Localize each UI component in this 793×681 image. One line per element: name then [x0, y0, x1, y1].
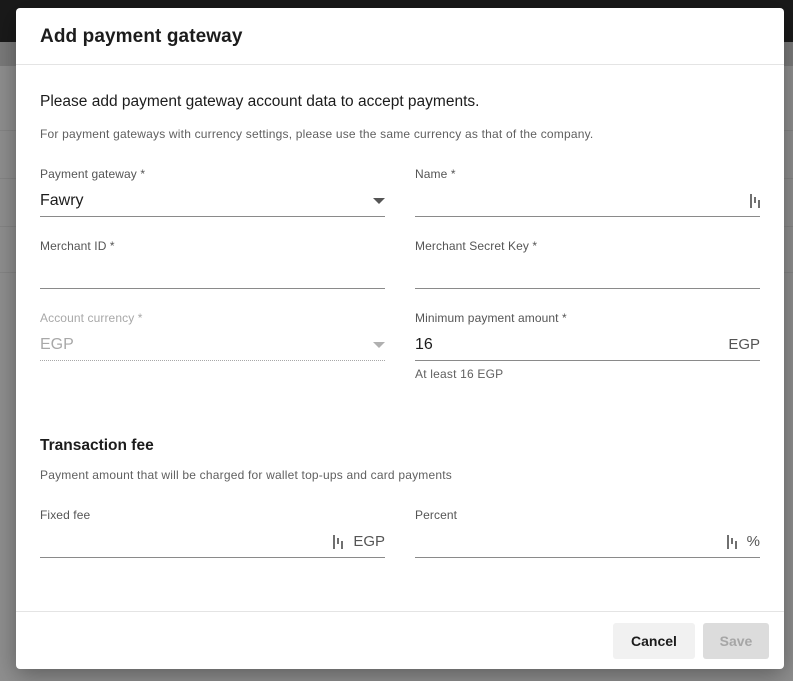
minimum-payment-helper: At least 16 EGP [415, 367, 504, 381]
fixed-fee-value [40, 542, 333, 548]
currency-suffix: EGP [728, 336, 760, 353]
minimum-payment-amount-label: Minimum payment amount * [415, 311, 567, 325]
currency-note: For payment gateways with currency setti… [40, 127, 594, 141]
merchant-secret-key-field[interactable]: Merchant Secret Key * [415, 239, 760, 289]
percent-label: Percent [415, 508, 458, 522]
merchant-secret-key-value [415, 273, 760, 279]
name-input[interactable] [415, 191, 760, 217]
merchant-id-field[interactable]: Merchant ID * [40, 239, 385, 289]
percent-input[interactable]: % [415, 532, 760, 558]
name-value [415, 201, 750, 207]
cancel-button[interactable]: Cancel [613, 623, 695, 659]
account-currency-select: Account currency * EGP [40, 311, 385, 361]
merchant-secret-key-label: Merchant Secret Key * [415, 239, 538, 253]
add-payment-gateway-dialog: Add payment gateway Please add payment g… [16, 8, 784, 669]
account-currency-value: EGP [40, 335, 74, 353]
chevron-down-icon[interactable] [373, 197, 385, 204]
save-button[interactable]: Save [703, 623, 769, 659]
transaction-fee-note: Payment amount that will be charged for … [40, 468, 452, 482]
dialog-header: Add payment gateway [16, 8, 784, 65]
merchant-secret-key-input[interactable] [415, 263, 760, 289]
minimum-payment-amount-input[interactable]: 16 EGP [415, 335, 760, 361]
fixed-fee-label: Fixed fee [40, 508, 91, 522]
merchant-id-input[interactable] [40, 263, 385, 289]
transaction-fee-title: Transaction fee [40, 437, 154, 454]
intro-text: Please add payment gateway account data … [40, 93, 480, 110]
merchant-id-label: Merchant ID * [40, 239, 115, 253]
currency-suffix: EGP [353, 533, 385, 550]
percent-field[interactable]: Percent % [415, 508, 760, 558]
dialog-footer: Cancel Save [16, 611, 784, 669]
payment-gateway-control[interactable]: Fawry [40, 191, 385, 217]
account-currency-label: Account currency * [40, 311, 143, 325]
payment-gateway-select[interactable]: Payment gateway * Fawry [40, 167, 385, 217]
dialog-title: Add payment gateway [40, 26, 243, 47]
key-icon[interactable] [726, 534, 737, 549]
payment-gateway-value: Fawry [40, 191, 84, 209]
percent-suffix: % [746, 533, 760, 550]
minimum-payment-amount-value: 16 [415, 335, 433, 353]
account-currency-control: EGP [40, 335, 385, 361]
chevron-down-icon [373, 341, 385, 348]
merchant-id-value [40, 273, 385, 279]
payment-gateway-label: Payment gateway * [40, 167, 146, 181]
name-label: Name * [415, 167, 456, 181]
key-icon[interactable] [333, 534, 344, 549]
minimum-payment-amount-field[interactable]: Minimum payment amount * 16 EGP At least… [415, 311, 760, 381]
key-icon[interactable] [750, 193, 760, 208]
fixed-fee-field[interactable]: Fixed fee EGP [40, 508, 385, 558]
percent-value [415, 542, 727, 548]
fixed-fee-input[interactable]: EGP [40, 532, 385, 558]
name-field[interactable]: Name * [415, 167, 760, 217]
